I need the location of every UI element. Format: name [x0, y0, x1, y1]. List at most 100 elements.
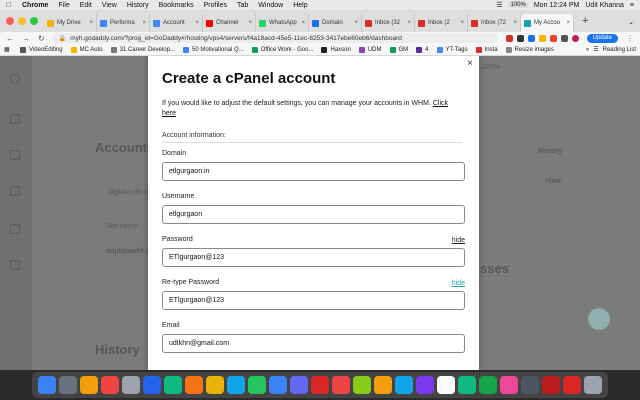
menu-app-chrome[interactable]: Chrome: [22, 2, 48, 9]
view-link[interactable]: View: [545, 178, 561, 185]
more-menu-icon[interactable]: ⋮: [626, 34, 634, 43]
password-field[interactable]: ETlgurgaon@123: [162, 248, 465, 267]
control-center-icon[interactable]: ≡: [630, 2, 634, 9]
extension-icon[interactable]: [549, 34, 557, 42]
settings-icon[interactable]: [10, 186, 20, 196]
dock-app-icon[interactable]: [479, 376, 497, 394]
menu-tab[interactable]: Tab: [237, 2, 248, 9]
bookmark-item[interactable]: UDM: [358, 46, 382, 53]
close-tab-icon[interactable]: ×: [193, 20, 199, 26]
extension-icon[interactable]: [527, 34, 535, 42]
dock-app-icon[interactable]: [416, 376, 434, 394]
dock-app-icon[interactable]: [332, 376, 350, 394]
dock-app-icon[interactable]: [395, 376, 413, 394]
email-field[interactable]: udtkhn@gmail.com: [162, 334, 465, 353]
close-window-icon[interactable]: [6, 17, 14, 25]
clock[interactable]: Mon 12:24 PM: [534, 2, 580, 9]
address-bar[interactable]: 🔒 myh.godaddy.com/?prog_id=GoDaddy#/host…: [52, 33, 498, 43]
menu-bookmarks[interactable]: Bookmarks: [159, 2, 194, 9]
maximize-window-icon[interactable]: [30, 17, 38, 25]
home-icon[interactable]: [10, 114, 20, 124]
new-tab-button[interactable]: +: [582, 15, 588, 27]
menu-profiles[interactable]: Profiles: [204, 2, 227, 9]
godaddy-logo-icon[interactable]: [10, 74, 20, 84]
dock-app-icon[interactable]: [311, 376, 329, 394]
close-tab-icon[interactable]: ×: [564, 20, 570, 26]
dock-app-icon[interactable]: [38, 376, 56, 394]
dock-app-icon[interactable]: [227, 376, 245, 394]
dock-app-icon[interactable]: [143, 376, 161, 394]
menu-window[interactable]: Window: [258, 2, 283, 9]
dock-app-icon[interactable]: [584, 376, 602, 394]
extension-icon[interactable]: [538, 34, 546, 42]
dock-app-icon[interactable]: [353, 376, 371, 394]
puzzle-icon[interactable]: [560, 34, 568, 42]
browser-tab[interactable]: WhatsApp ×: [256, 14, 309, 32]
browser-tab[interactable]: Performa ×: [97, 14, 150, 32]
dock-app-icon[interactable]: [248, 376, 266, 394]
username-field[interactable]: etlgurgaon: [162, 205, 465, 224]
forward-icon[interactable]: →: [22, 34, 30, 43]
dock-app-icon[interactable]: [101, 376, 119, 394]
server-icon[interactable]: [10, 260, 20, 270]
menu-edit[interactable]: Edit: [80, 2, 92, 9]
domain-field[interactable]: etlgurgaon.in: [162, 162, 465, 181]
browser-tab[interactable]: My Accou ×: [521, 14, 574, 32]
menu-file[interactable]: File: [58, 2, 69, 9]
close-tab-icon[interactable]: ×: [405, 20, 411, 26]
menu-help[interactable]: Help: [293, 2, 307, 9]
calendar-icon[interactable]: [10, 224, 20, 234]
dock-app-icon[interactable]: [521, 376, 539, 394]
dock-app-icon[interactable]: [206, 376, 224, 394]
minimize-window-icon[interactable]: [18, 17, 26, 25]
dock-app-icon[interactable]: [290, 376, 308, 394]
dock-app-icon[interactable]: [80, 376, 98, 394]
close-tab-icon[interactable]: ×: [458, 20, 464, 26]
dock-app-icon[interactable]: [437, 376, 455, 394]
bookmark-item[interactable]: 31 Career Develop...: [110, 46, 175, 53]
profile-avatar[interactable]: [571, 34, 579, 42]
lock-icon[interactable]: [10, 150, 20, 160]
dock-app-icon[interactable]: [185, 376, 203, 394]
bookmark-item[interactable]: YT-Tags: [436, 46, 468, 53]
bookmark-item[interactable]: GM: [389, 46, 408, 53]
dock-app-icon[interactable]: [269, 376, 287, 394]
dock-app-icon[interactable]: [542, 376, 560, 394]
close-tab-icon[interactable]: ×: [352, 20, 358, 26]
bookmark-item[interactable]: Insta: [475, 46, 498, 53]
lock-icon[interactable]: 🔒: [59, 35, 66, 42]
dock-app-icon[interactable]: [122, 376, 140, 394]
menu-view[interactable]: View: [102, 2, 117, 9]
reload-icon[interactable]: ↻: [38, 34, 45, 43]
close-tab-icon[interactable]: ×: [299, 20, 305, 26]
bookmark-item[interactable]: VideoEditing: [20, 46, 63, 53]
menu-history[interactable]: History: [127, 2, 149, 9]
tab-search-icon[interactable]: ⌄: [628, 18, 634, 26]
back-icon[interactable]: ←: [6, 34, 14, 43]
browser-tab[interactable]: Channel ×: [203, 14, 256, 32]
bookmark-item[interactable]: Office Work - Goo...: [251, 46, 313, 53]
extension-icon[interactable]: [505, 34, 513, 42]
password-hide-toggle[interactable]: hide: [452, 237, 465, 244]
close-tab-icon[interactable]: ×: [140, 20, 146, 26]
apps-icon[interactable]: ▦: [4, 46, 12, 53]
chat-icon[interactable]: [588, 308, 610, 330]
dock-app-icon[interactable]: [563, 376, 581, 394]
browser-tab[interactable]: Account ×: [150, 14, 203, 32]
extension-icon[interactable]: [516, 34, 524, 42]
wifi-icon[interactable]: ☰: [496, 1, 502, 9]
bookmark-item[interactable]: 50 Motivational Q...: [182, 46, 244, 53]
browser-tab[interactable]: Inbox (32 ×: [362, 14, 415, 32]
reading-list[interactable]: Reading List: [603, 47, 636, 53]
apple-icon[interactable]: : [6, 2, 14, 9]
dock-app-icon[interactable]: [500, 376, 518, 394]
history-link[interactable]: History: [538, 148, 562, 155]
browser-tab[interactable]: Inbox (72 ×: [468, 14, 521, 32]
close-tab-icon[interactable]: ×: [87, 20, 93, 26]
bookmark-item[interactable]: 4: [416, 46, 429, 53]
close-tab-icon[interactable]: ×: [511, 20, 517, 26]
dock-app-icon[interactable]: [164, 376, 182, 394]
reading-list-icon[interactable]: ☰: [593, 46, 598, 53]
update-button[interactable]: Update: [586, 33, 618, 43]
bookmark-item[interactable]: Resize images: [505, 46, 554, 53]
